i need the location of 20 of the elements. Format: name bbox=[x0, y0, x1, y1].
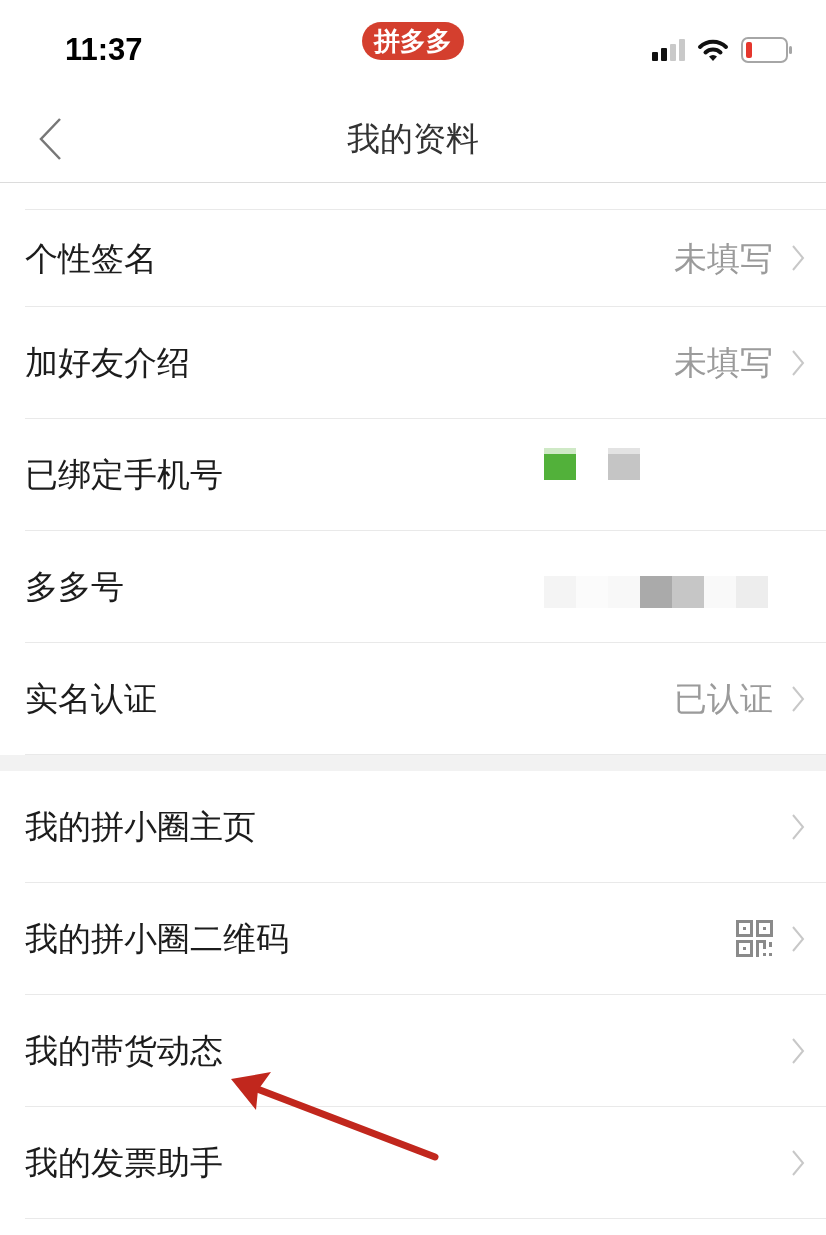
row-value: 未填写 bbox=[674, 346, 773, 379]
back-chevron-icon bbox=[38, 116, 62, 161]
app-badge: 拼多多 bbox=[362, 22, 464, 60]
signal-icon bbox=[652, 38, 685, 61]
page-title: 我的资料 bbox=[347, 122, 479, 155]
menu-item-label[interactable]: 实名认证 bbox=[25, 682, 157, 715]
menu-item-label[interactable]: 我的发票助手 bbox=[25, 1146, 223, 1179]
row-value: 已认证 bbox=[674, 682, 773, 715]
menu-item-label[interactable]: 多多号 bbox=[25, 570, 124, 603]
menu-item-label[interactable]: 我的拼小圈主页 bbox=[25, 810, 256, 843]
menu-item-label[interactable]: 我的带货动态 bbox=[25, 1034, 223, 1067]
battery-icon bbox=[741, 36, 793, 63]
menu-item-label[interactable]: 已绑定手机号 bbox=[25, 458, 223, 491]
menu-item-label[interactable]: 加好友介绍 bbox=[25, 346, 190, 379]
menu-item-label[interactable]: 个性签名 bbox=[25, 241, 157, 275]
status-time: 11:37 bbox=[65, 34, 143, 65]
row-value: 未填写 bbox=[674, 241, 773, 275]
qr-code-icon bbox=[736, 920, 773, 957]
wifi-icon bbox=[697, 37, 729, 62]
menu-item-label[interactable]: 我的拼小圈二维码 bbox=[25, 922, 289, 955]
